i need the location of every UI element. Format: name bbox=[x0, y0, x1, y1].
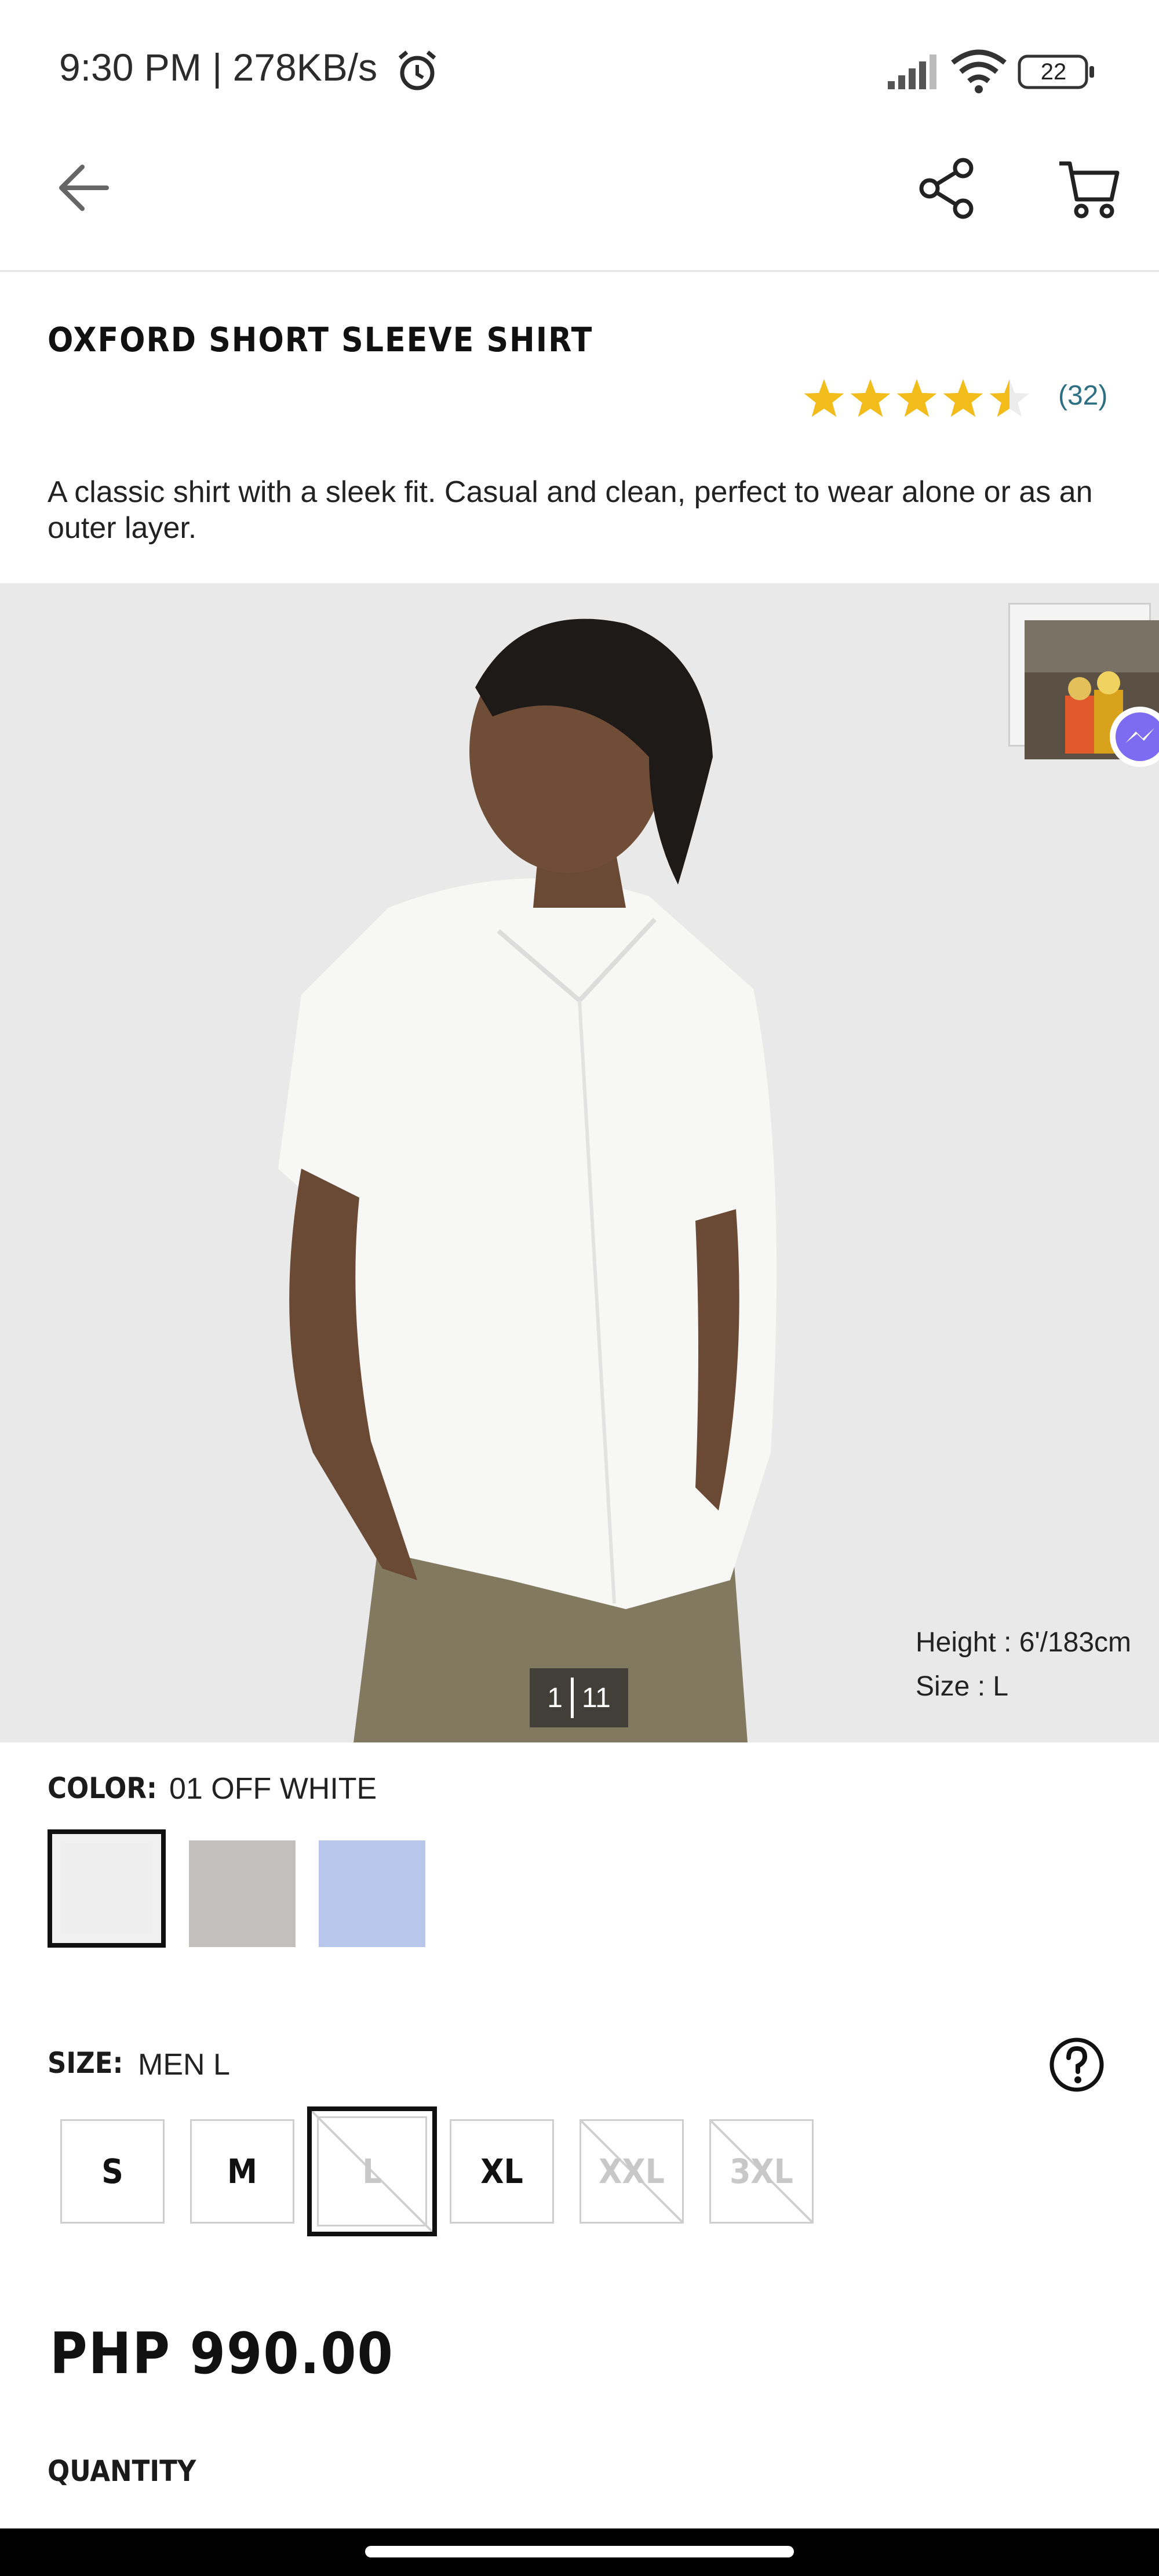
status-time: 9:30 PM | 278KB/s bbox=[59, 46, 378, 89]
rating-stars[interactable] bbox=[801, 371, 1033, 427]
share-icon[interactable] bbox=[917, 157, 977, 220]
pager-total: 11 bbox=[581, 1682, 611, 1713]
star-filled bbox=[804, 379, 844, 417]
image-pager: 1 11 bbox=[530, 1668, 628, 1727]
model-size: Size : L bbox=[916, 1671, 1009, 1702]
size-option-m[interactable]: M bbox=[190, 2119, 294, 2224]
alarm-icon bbox=[398, 50, 436, 90]
color-swatch-gray[interactable] bbox=[189, 1840, 296, 1947]
model-height: Height : 6'/183cm bbox=[916, 1627, 1132, 1658]
pager-current: 1 bbox=[547, 1682, 563, 1713]
color-label: COLOR: bbox=[48, 1771, 157, 1805]
pager-divider bbox=[570, 1678, 574, 1718]
size-option-xl[interactable]: XL bbox=[450, 2119, 554, 2224]
wifi-icon bbox=[951, 49, 1007, 93]
back-arrow-icon[interactable] bbox=[53, 158, 114, 218]
model-photo bbox=[0, 583, 1159, 1742]
star-filled bbox=[943, 379, 983, 417]
quantity-label: QUANTITY bbox=[48, 2454, 196, 2488]
home-gesture-handle[interactable] bbox=[365, 2546, 794, 2557]
signal-icon bbox=[888, 54, 936, 89]
size-help-icon[interactable] bbox=[1048, 2036, 1106, 2094]
product-title: OXFORD SHORT SLEEVE SHIRT bbox=[48, 320, 593, 359]
product-image[interactable] bbox=[0, 583, 1159, 1742]
price: PHP 990.00 bbox=[50, 2321, 394, 2387]
size-option-s[interactable]: S bbox=[60, 2119, 165, 2224]
app-bar bbox=[0, 133, 1159, 272]
review-count-link[interactable]: (32) bbox=[1058, 380, 1107, 412]
size-option-l[interactable]: L bbox=[307, 2106, 437, 2236]
battery-level: 22 bbox=[1040, 59, 1067, 85]
size-option-3xl[interactable]: 3XL bbox=[709, 2119, 814, 2224]
size-option-xxl[interactable]: XXL bbox=[580, 2119, 684, 2224]
star-filled bbox=[850, 379, 891, 417]
color-value: 01 OFF WHITE bbox=[169, 1772, 377, 1806]
swatch-fill bbox=[61, 1843, 152, 1934]
size-value: MEN L bbox=[138, 2048, 230, 2082]
color-swatch-off-white[interactable] bbox=[48, 1829, 166, 1948]
star-filled bbox=[896, 379, 937, 417]
product-description: A classic shirt with a sleek fit. Casual… bbox=[48, 475, 1093, 545]
cart-icon[interactable] bbox=[1057, 157, 1122, 220]
size-label: SIZE: bbox=[48, 2046, 123, 2080]
color-swatch-blue[interactable] bbox=[319, 1840, 425, 1947]
messenger-icon[interactable] bbox=[1108, 705, 1159, 769]
